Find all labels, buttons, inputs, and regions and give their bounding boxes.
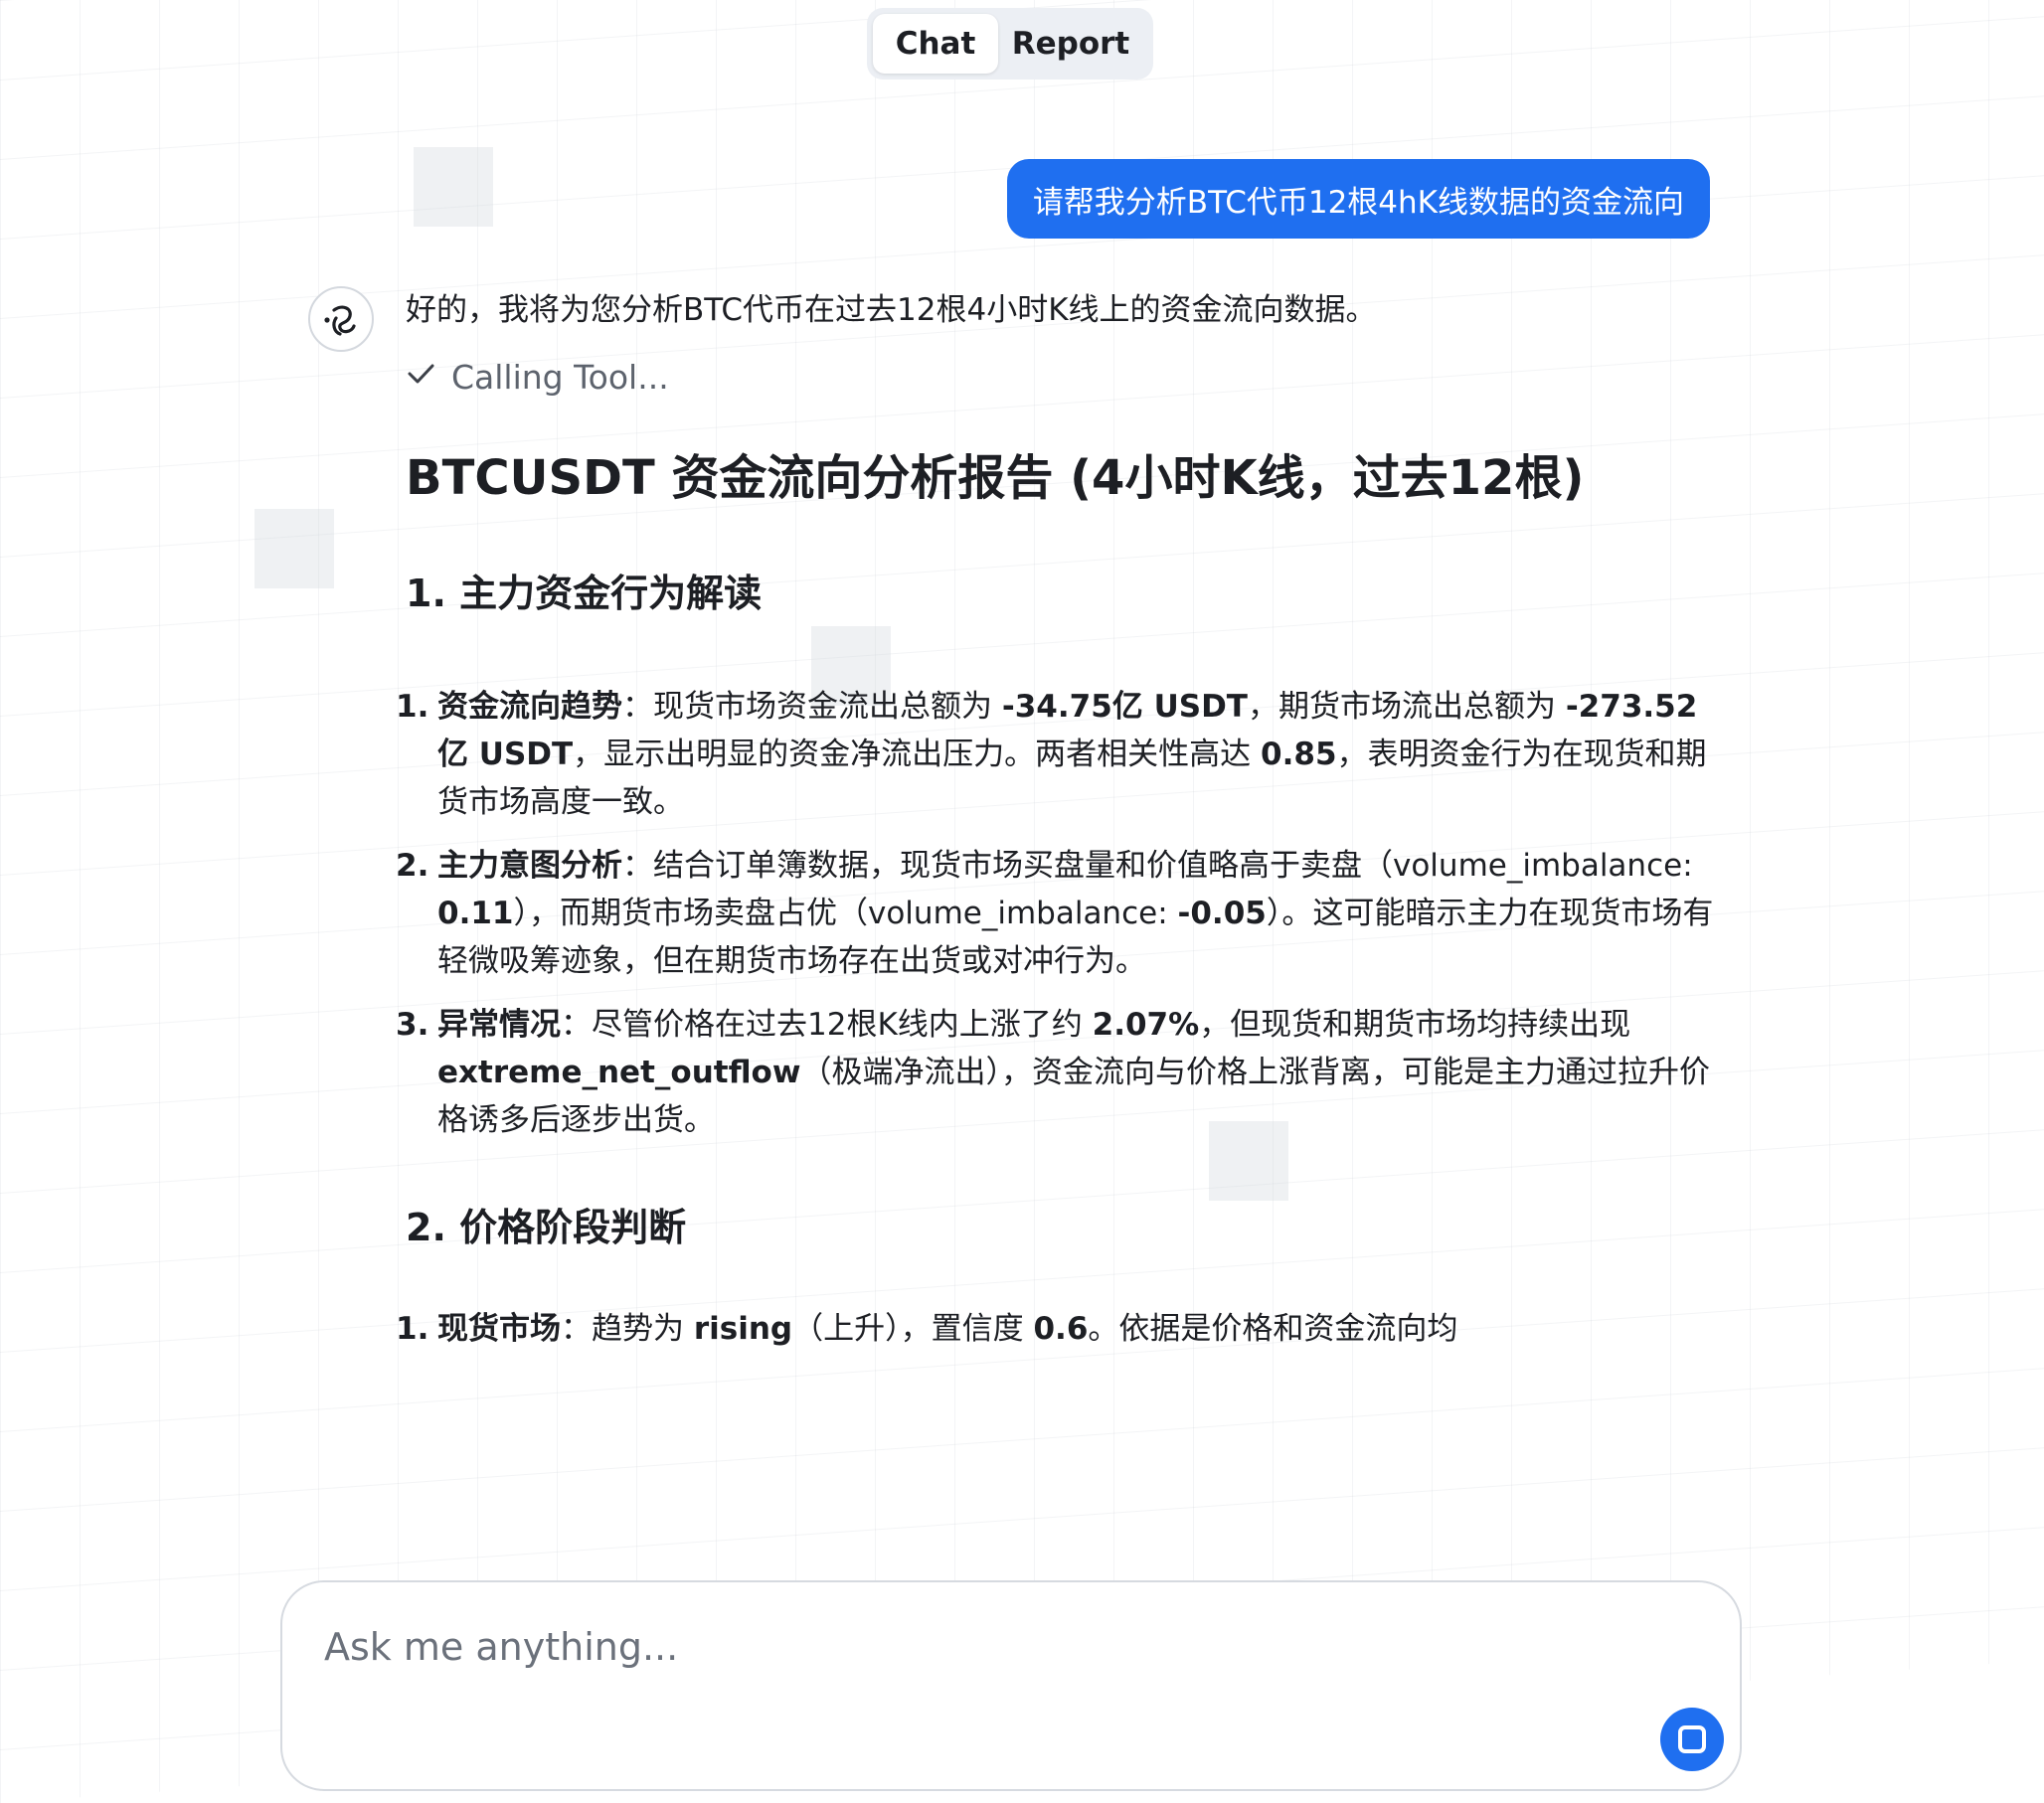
list-item: 1. 现货市场：趋势为 rising（上升），置信度 0.6。依据是价格和资金流向…: [396, 1305, 1718, 1353]
section-heading: 2. 价格阶段判断: [406, 1206, 687, 1249]
item-value: extreme_net_outflow: [437, 1055, 801, 1090]
item-text: ：趋势为: [561, 1311, 694, 1347]
stop-button[interactable]: [1660, 1708, 1724, 1771]
assistant-message: 好的，我将为您分析BTC代币在过去12根4小时K线上的资金流向数据。 Calli…: [396, 288, 1718, 1369]
item-text: 。依据是价格和资金流向均: [1088, 1311, 1458, 1347]
user-message-bubble: 请帮我分析BTC代币12根4hK线数据的资金流向: [1006, 159, 1710, 239]
list-item: 2. 主力意图分析：结合订单簿数据，现货市场买盘量和价值略高于卖盘（volume_…: [396, 842, 1718, 985]
tab-report[interactable]: Report: [998, 14, 1143, 74]
list-number: 1.: [396, 1311, 429, 1347]
item-label: 主力意图分析: [437, 848, 622, 884]
section-1-list: 1. 资金流向趋势：现货市场资金流出总额为 -34.75亿 USDT，期货市场流出…: [396, 683, 1718, 1144]
section-2-list: 1. 现货市场：趋势为 rising（上升），置信度 0.6。依据是价格和资金流向…: [396, 1305, 1718, 1353]
item-text: ，期货市场流出总额为: [1247, 689, 1566, 725]
item-value: -34.75亿 USDT: [1001, 689, 1248, 725]
item-text: ：结合订单簿数据，现货市场买盘量和价值略高于卖盘（volume_imbalanc…: [622, 848, 1693, 884]
item-label: 异常情况: [437, 1007, 561, 1043]
list-number: 2.: [396, 848, 429, 884]
item-value: 0.6: [1033, 1311, 1089, 1347]
item-value: 2.07%: [1092, 1007, 1200, 1043]
tool-call-status: Calling Tool...: [406, 358, 1718, 397]
chat-input[interactable]: [322, 1616, 1618, 1678]
checkmark-icon: [406, 358, 435, 397]
stop-square-icon: [1678, 1725, 1706, 1753]
report-title: BTCUSDT 资金流向分析报告 (4小时K线，过去12根): [406, 450, 1585, 506]
background-tile: [414, 147, 493, 227]
message-composer: [280, 1580, 1742, 1791]
item-text: ），而期货市场卖盘占优（volume_imbalance:: [513, 896, 1178, 931]
item-text: ，显示出明显的资金净流出压力。两者相关性高达: [573, 737, 1262, 772]
tool-call-label: Calling Tool...: [451, 358, 669, 397]
list-number: 1.: [396, 689, 429, 725]
item-text: ：现货市场资金流出总额为: [622, 689, 1002, 725]
item-label: 资金流向趋势: [437, 689, 622, 725]
item-label: 现货市场: [437, 1311, 561, 1347]
list-item: 1. 资金流向趋势：现货市场资金流出总额为 -34.75亿 USDT，期货市场流出…: [396, 683, 1718, 826]
item-text: ，但现货和期货市场均持续出现: [1199, 1007, 1631, 1043]
item-value: rising: [693, 1311, 793, 1347]
assistant-logo-icon: [308, 286, 374, 352]
section-heading: 1. 主力资金行为解读: [406, 572, 763, 615]
list-number: 3.: [396, 1007, 429, 1043]
item-value: 0.85: [1261, 737, 1337, 772]
item-text: ：尽管价格在过去12根K线内上涨了约: [561, 1007, 1093, 1043]
tab-chat[interactable]: Chat: [873, 14, 998, 74]
item-text: （上升），置信度: [792, 1311, 1034, 1347]
background-tile: [255, 509, 334, 588]
list-item: 3. 异常情况：尽管价格在过去12根K线内上涨了约 2.07%，但现货和期货市场均…: [396, 1001, 1718, 1144]
view-tabs: Chat Report: [867, 8, 1153, 80]
assistant-intro-text: 好的，我将为您分析BTC代币在过去12根4小时K线上的资金流向数据。: [406, 292, 1377, 328]
item-value: -0.05: [1177, 896, 1267, 931]
item-value: 0.11: [437, 896, 514, 931]
